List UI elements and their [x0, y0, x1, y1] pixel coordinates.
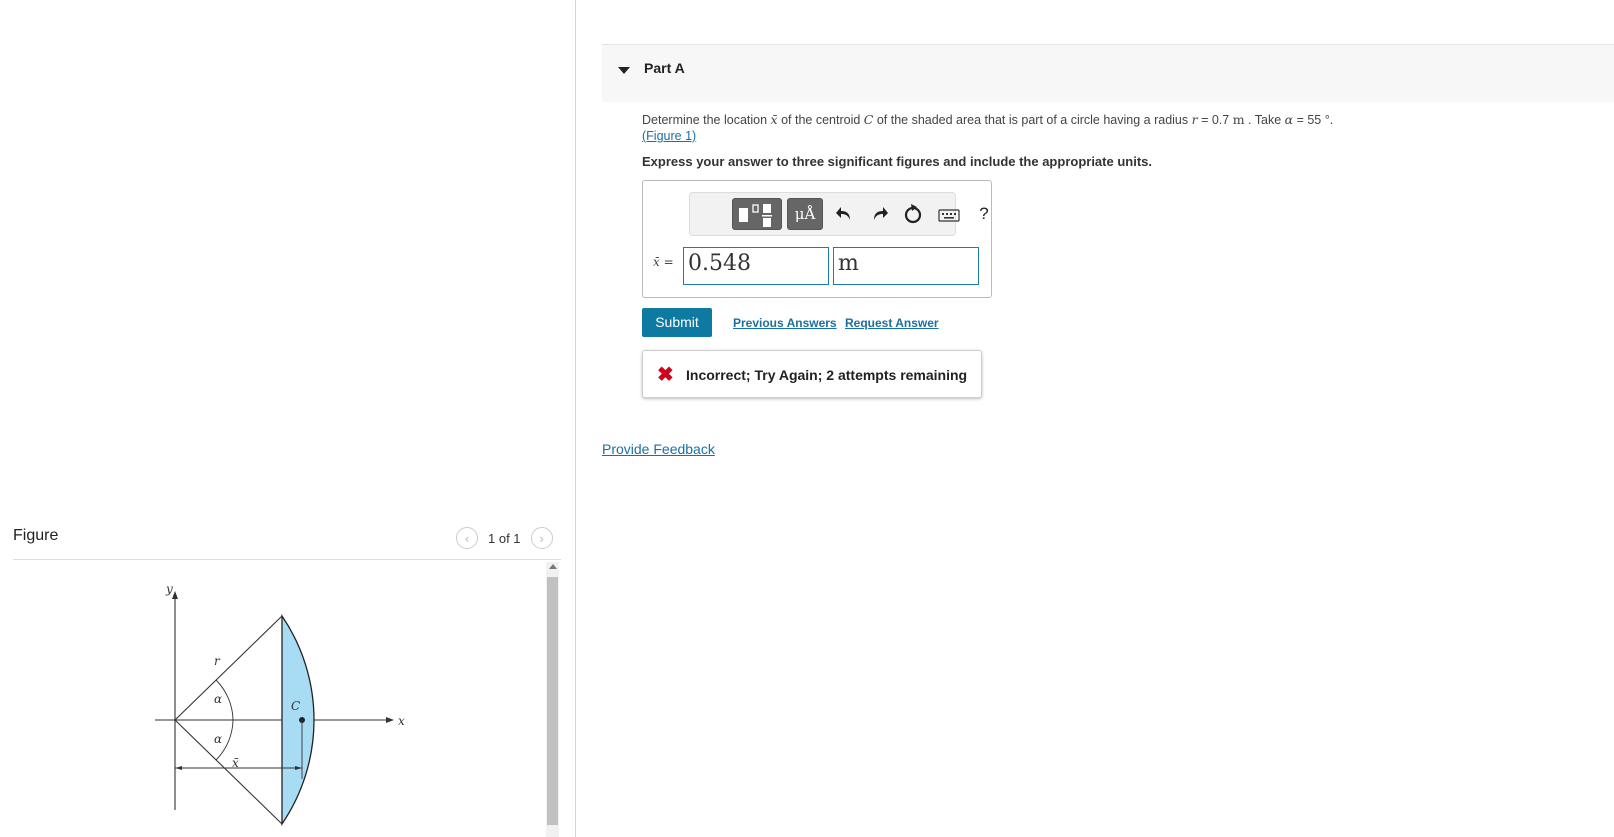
help-button[interactable]: ?: [975, 198, 993, 230]
xbar-arrow-left-icon: [175, 766, 182, 770]
incorrect-x-icon: ✖: [657, 364, 674, 386]
feedback-box: ✖ Incorrect; Try Again; 2 attempts remai…: [642, 350, 982, 398]
figure-pager: ‹ 1 of 1 ›: [456, 527, 553, 549]
xbar-label: x̄: [232, 756, 239, 770]
panel-divider: [575, 0, 576, 837]
answer-unit-input[interactable]: m: [833, 247, 979, 285]
submit-button[interactable]: Submit: [642, 308, 712, 337]
math-toolbar: μÅ ?: [689, 192, 989, 236]
scroll-up-icon[interactable]: [549, 564, 557, 569]
c-label: C: [291, 699, 300, 713]
figure-title: Figure: [13, 527, 59, 544]
question-text: Determine the location x̄ of the centroi…: [642, 112, 1334, 143]
centroid-figure: y x r α α C x̄: [155, 582, 405, 827]
undo-icon[interactable]: [834, 198, 856, 230]
collapse-caret-icon[interactable]: [618, 67, 630, 74]
instruction-text: Express your answer to three significant…: [642, 154, 1152, 169]
reset-icon[interactable]: [902, 198, 924, 230]
scroll-thumb[interactable]: [547, 577, 558, 825]
figure-scrollbar[interactable]: [546, 562, 559, 837]
shaded-segment: [281, 613, 315, 827]
r-label: r: [214, 654, 221, 668]
answer-box: μÅ ? x̄ = 0.548 m: [642, 180, 992, 298]
alpha-top-label: α: [214, 692, 222, 706]
units-button[interactable]: μÅ: [787, 198, 823, 230]
part-a-title: Part A: [644, 60, 685, 76]
figure-link[interactable]: (Figure 1): [642, 129, 696, 143]
templates-button[interactable]: [732, 198, 782, 230]
pager-text: 1 of 1: [488, 530, 521, 546]
provide-feedback-link[interactable]: Provide Feedback: [602, 441, 715, 457]
alpha-bottom-label: α: [214, 732, 222, 746]
next-figure-button[interactable]: ›: [530, 527, 553, 549]
prev-figure-button[interactable]: ‹: [456, 527, 478, 549]
radius-bottom: [174, 719, 283, 825]
answer-variable-label: x̄ =: [653, 255, 674, 269]
redo-icon[interactable]: [868, 198, 890, 230]
x-label: x: [398, 714, 405, 728]
figure-divider: [13, 559, 561, 560]
feedback-message: Incorrect; Try Again; 2 attempts remaini…: [686, 367, 968, 383]
templates-icon: [739, 204, 772, 227]
keyboard-icon[interactable]: [936, 198, 962, 230]
y-label: y: [165, 582, 173, 596]
radius-top: [174, 615, 283, 721]
answer-value-input[interactable]: 0.548: [683, 247, 829, 285]
x-axis-arrow-icon: [386, 717, 394, 723]
request-answer-link[interactable]: Request Answer: [845, 316, 939, 330]
part-a-header[interactable]: Part A: [602, 44, 1614, 102]
previous-answers-link[interactable]: Previous Answers: [733, 316, 837, 330]
y-axis-arrow-icon: [172, 591, 178, 599]
